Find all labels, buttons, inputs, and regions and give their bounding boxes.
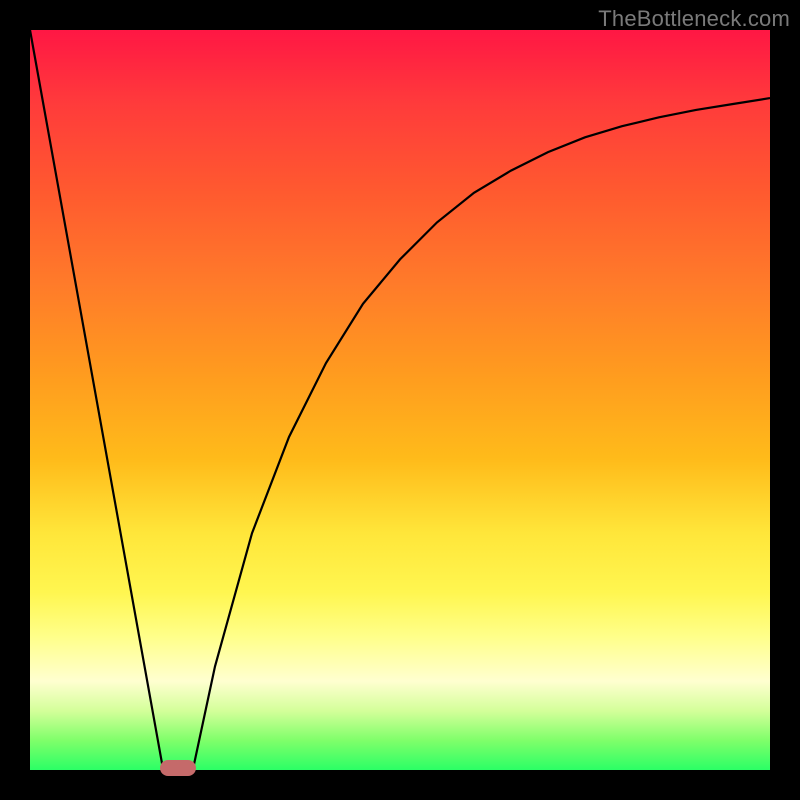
watermark-text: TheBottleneck.com xyxy=(598,6,790,32)
curve-layer xyxy=(30,30,770,770)
plot-area xyxy=(30,30,770,770)
chart-stage: TheBottleneck.com xyxy=(0,0,800,800)
minimum-marker xyxy=(160,760,196,776)
bottleneck-curve xyxy=(30,30,770,770)
